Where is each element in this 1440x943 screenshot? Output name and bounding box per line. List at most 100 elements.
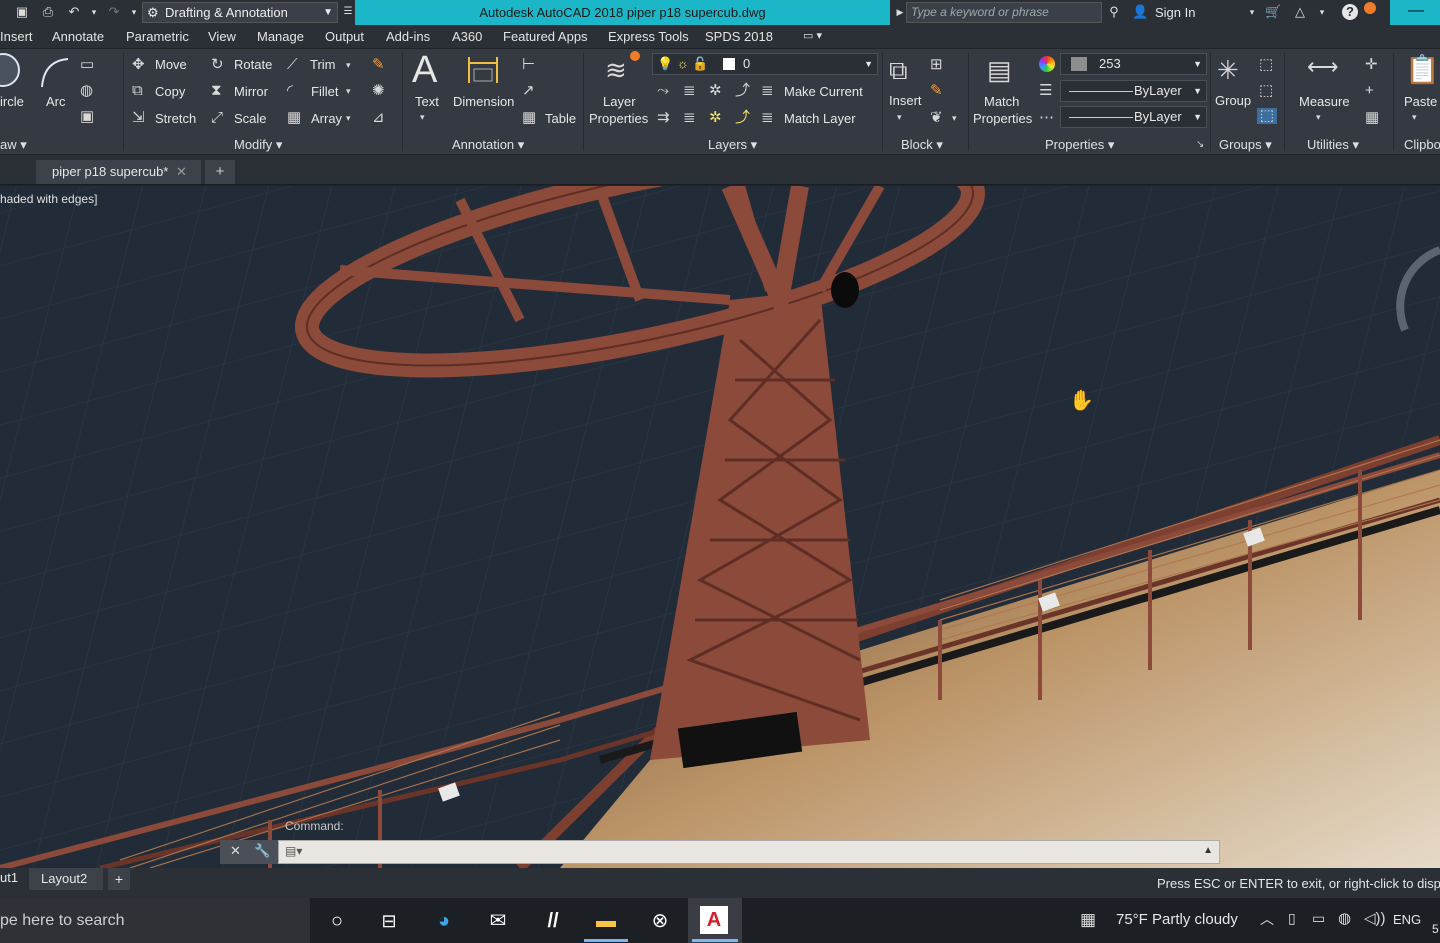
trim-dropdown-icon[interactable]: ▾	[346, 57, 351, 73]
layer-off-icon[interactable]: ⤳	[657, 83, 669, 99]
explode-icon[interactable]: ✺	[372, 83, 385, 99]
linetype-icon[interactable]: ⋯	[1039, 110, 1054, 126]
network-globe-icon[interactable]: ◍	[1338, 909, 1351, 927]
paste-dropdown-icon[interactable]: ▾	[1412, 109, 1417, 125]
layer-lock-icon[interactable]: ⤴	[735, 83, 750, 99]
cart-icon[interactable]: 🛒	[1265, 4, 1281, 20]
new-tab-button[interactable]: +	[205, 160, 235, 184]
lineweight-icon[interactable]: ☰	[1039, 83, 1052, 99]
taskbar-search[interactable]: pe here to search	[0, 898, 310, 943]
array-dropdown-icon[interactable]: ▾	[346, 110, 351, 126]
plot-icon[interactable]: ⎙	[40, 4, 56, 20]
match-layer-button[interactable]: Match Layer	[784, 111, 856, 126]
device-icon[interactable]: ▯	[1288, 910, 1296, 927]
chevron-up-icon[interactable]: ︿	[1260, 909, 1274, 929]
tab-spds-2018[interactable]: SPDS 2018	[705, 29, 773, 44]
visual-style-control[interactable]: haded with edges]	[0, 192, 97, 206]
region-icon[interactable]: ▣	[80, 109, 94, 125]
tab-layout2[interactable]: Layout2	[29, 868, 103, 890]
tab-manage[interactable]: Manage	[257, 29, 304, 44]
autodesk-account-icon[interactable]: △	[1292, 4, 1308, 20]
cortana-icon[interactable]: ○	[322, 906, 352, 936]
table-button[interactable]: Table	[545, 111, 576, 126]
modify-panel-title[interactable]: Modify ▾	[234, 137, 282, 153]
make-current-button[interactable]: Make Current	[784, 84, 863, 99]
sign-in-dropdown-icon[interactable]: ▾	[1244, 4, 1260, 20]
offset-icon[interactable]: ⊿	[372, 110, 385, 126]
ribbon-minimize-icon[interactable]: ▭ ▾	[803, 29, 822, 42]
id-point-icon[interactable]: +	[1365, 83, 1374, 99]
command-prompt-icon[interactable]: ▤▾	[285, 844, 302, 858]
redo-icon[interactable]: ↷	[106, 4, 122, 20]
measure-button[interactable]: Measure	[1299, 94, 1350, 109]
attribute-dropdown-icon[interactable]: ▾	[952, 110, 957, 126]
color-dropdown[interactable]: 253 ▼	[1060, 53, 1207, 75]
app-icon[interactable]: //	[538, 906, 568, 936]
leader-icon[interactable]: ↗	[522, 83, 535, 99]
fillet-dropdown-icon[interactable]: ▾	[346, 83, 351, 99]
group-button[interactable]: Group	[1215, 93, 1251, 108]
weather-text[interactable]: 75°F Partly cloudy	[1116, 911, 1238, 928]
tab-insert[interactable]: Insert	[0, 29, 33, 44]
measure-icon[interactable]: ⟷	[1307, 56, 1339, 78]
circle-icon[interactable]	[0, 53, 20, 87]
group-icon[interactable]: ✳	[1217, 55, 1239, 85]
fillet-button[interactable]: Fillet	[311, 84, 338, 99]
account-dropdown-icon[interactable]: ▾	[1314, 4, 1330, 20]
rectangle-icon[interactable]: ▭	[80, 57, 94, 73]
text-button[interactable]: Text	[415, 94, 439, 109]
clipboard-panel-title[interactable]: Clipbo	[1404, 137, 1440, 152]
mirror-button[interactable]: Mirror	[234, 84, 268, 99]
layer-freeze-icon[interactable]: ✲	[709, 83, 722, 99]
binoculars-icon[interactable]: ⚲	[1106, 4, 1122, 20]
layer-thaw-icon[interactable]: ✲	[709, 110, 722, 126]
save-as-icon[interactable]: ▣	[14, 4, 30, 20]
language-indicator[interactable]: ENG	[1393, 912, 1421, 927]
battery-icon[interactable]: ▭	[1312, 910, 1325, 927]
groups-panel-title[interactable]: Groups ▾	[1219, 137, 1272, 153]
wrench-icon[interactable]: 🔧	[254, 843, 270, 859]
layer-on-icon[interactable]: ⇉	[657, 110, 670, 126]
layer-properties-label-2[interactable]: Properties	[589, 111, 648, 126]
tab-layout1[interactable]: ut1	[0, 870, 18, 885]
match-properties-icon[interactable]: ▤	[987, 55, 1012, 85]
erase-icon[interactable]: ✎	[372, 57, 385, 73]
close-icon[interactable]: ✕	[230, 843, 241, 859]
arc-icon[interactable]	[38, 55, 72, 89]
dialog-launcher-icon[interactable]: ↘	[1196, 139, 1204, 150]
layers-panel-title[interactable]: Layers ▾	[708, 137, 757, 153]
minimize-icon[interactable]: —	[1408, 2, 1424, 20]
stretch-button[interactable]: Stretch	[155, 111, 196, 126]
draw-panel-title[interactable]: aw ▾	[0, 137, 27, 153]
linear-dim-icon[interactable]: ⊢	[522, 57, 535, 73]
calculator-icon[interactable]: ▦	[1365, 110, 1379, 126]
xbox-icon[interactable]: ⊗	[645, 906, 675, 936]
text-dropdown-icon[interactable]: ▾	[420, 109, 425, 125]
layer-properties-label-1[interactable]: Layer	[603, 94, 636, 109]
copy-button[interactable]: Copy	[155, 84, 185, 99]
tab-parametric[interactable]: Parametric	[126, 29, 189, 44]
file-tab-active[interactable]: piper p18 supercub* ✕	[36, 160, 201, 184]
paste-icon[interactable]: 📋	[1405, 55, 1440, 85]
add-layout-button[interactable]: +	[108, 868, 130, 890]
tab-view[interactable]: View	[208, 29, 236, 44]
tab-express-tools[interactable]: Express Tools	[608, 29, 689, 44]
undo-icon[interactable]: ↶	[66, 4, 82, 20]
insert-button[interactable]: Insert	[889, 93, 922, 108]
dimension-icon[interactable]	[466, 53, 500, 87]
scale-button[interactable]: Scale	[234, 111, 267, 126]
dimension-button[interactable]: Dimension	[453, 94, 514, 109]
trim-button[interactable]: Trim	[310, 57, 336, 72]
mail-icon[interactable]: ✉	[483, 906, 513, 936]
tab-add-ins[interactable]: Add-ins	[386, 29, 430, 44]
circle-label[interactable]: ircle	[0, 94, 24, 109]
insert-dropdown-icon[interactable]: ▾	[897, 109, 902, 125]
lineweight-dropdown[interactable]: ByLayer ▼	[1060, 80, 1207, 102]
drawing-viewport[interactable]: haded with edges] ✋	[0, 186, 1440, 868]
match-properties-label-1[interactable]: Match	[984, 94, 1019, 109]
quick-select-icon[interactable]: ✛	[1365, 57, 1378, 73]
array-button[interactable]: Array	[311, 111, 342, 126]
task-view-icon[interactable]: ⊟	[374, 906, 404, 936]
clock[interactable]: 5	[1432, 922, 1439, 936]
search-input[interactable]: Type a keyword or phrase	[906, 2, 1102, 23]
